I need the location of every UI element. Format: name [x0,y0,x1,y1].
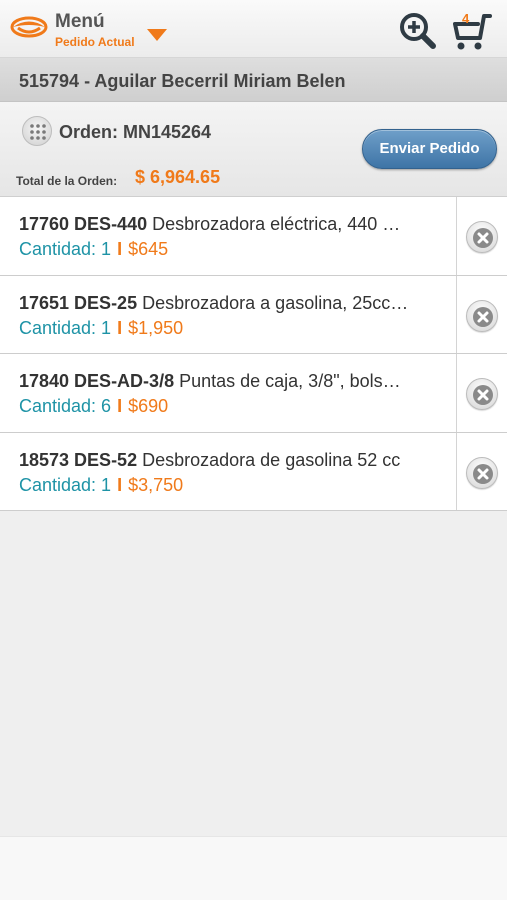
item-details: Cantidad: 1 I $3,750 [19,475,183,496]
customer-title: 515794 - Aguilar Becerril Miriam Belen [19,71,346,91]
item-code: 17840 DES-AD-3/8 [19,371,175,391]
remove-item-button[interactable] [466,221,498,253]
item-details: Cantidad: 1 I $1,950 [19,318,183,339]
customer-header: 515794 - Aguilar Becerril Miriam Belen [0,58,507,102]
item-description: Desbrozadora eléctrica, 440 … [152,214,401,234]
cart-icon [453,14,492,50]
cart-count-badge: 4 [462,11,470,26]
item-price: $690 [128,396,169,416]
close-icon [473,385,493,405]
menu-title[interactable]: Menú [55,11,105,33]
item-code: 18573 DES-52 [19,449,138,470]
menu-subtitle[interactable]: Pedido Actual [55,35,135,49]
item-title: 17651 DES-25 Desbrozadora a gasolina, 25… [19,293,444,314]
item-description: Puntas de caja, 3/8", bols… [179,371,401,391]
item-quantity: Cantidad: 1 [19,239,112,259]
item-price: $3,750 [128,474,184,495]
item-separator: I [117,239,123,259]
item-title: 17840 DES-AD-3/8 Puntas de caja, 3/8", b… [19,371,444,392]
item-body[interactable]: 18573 DES-52 Desbrozadora de gasolina 52… [0,432,457,510]
remove-item-button[interactable] [466,378,498,410]
item-separator: I [117,317,123,338]
zoom-in-icon[interactable] [397,10,437,50]
item-quantity: Cantidad: 1 [19,317,112,338]
order-total-value: $ 6,964.65 [135,167,221,187]
item-description: Desbrozadora a gasolina, 25cc… [142,292,409,313]
order-item-list: 17760 DES-440 Desbrozadora eléctrica, 44… [0,197,507,511]
item-quantity: Cantidad: 6 [19,396,112,416]
item-quantity: Cantidad: 1 [19,474,112,495]
item-code: 17760 DES-440 [19,214,148,234]
remove-item-button[interactable] [466,456,498,489]
order-number: Orden: MN145264 [59,122,212,142]
caret-down-icon[interactable] [146,28,168,42]
item-body[interactable]: 17840 DES-AD-3/8 Puntas de caja, 3/8", b… [0,354,457,432]
item-code: 17651 DES-25 [19,292,138,313]
item-description: Desbrozadora de gasolina 52 cc [142,449,401,470]
item-details: Cantidad: 6 I $690 [19,396,168,417]
item-separator: I [117,396,123,416]
list-item[interactable]: 17760 DES-440 Desbrozadora eléctrica, 44… [0,197,507,276]
list-item[interactable]: 17651 DES-25 Desbrozadora a gasolina, 25… [0,275,507,354]
logo-icon[interactable] [10,14,48,40]
item-details: Cantidad: 1 I $645 [19,239,168,260]
send-order-button[interactable]: Enviar Pedido [362,129,497,169]
cart-button[interactable]: 4 [450,8,498,52]
item-body[interactable]: 17651 DES-25 Desbrozadora a gasolina, 25… [0,275,457,353]
item-title: 18573 DES-52 Desbrozadora de gasolina 52… [19,450,444,471]
item-body[interactable]: 17760 DES-440 Desbrozadora eléctrica, 44… [0,197,457,275]
item-price: $645 [128,239,169,259]
list-item[interactable]: 18573 DES-52 Desbrozadora de gasolina 52… [0,432,507,511]
close-icon [473,228,493,248]
close-icon [473,463,493,484]
top-bar: Menú Pedido Actual 4 [0,0,507,58]
remove-item-button[interactable] [466,299,498,332]
order-total-label: Total de la Orden: [16,174,118,188]
item-title: 17760 DES-440 Desbrozadora eléctrica, 44… [19,214,444,235]
item-separator: I [117,474,123,495]
list-item[interactable]: 17840 DES-AD-3/8 Puntas de caja, 3/8", b… [0,354,507,433]
bottom-bar [0,836,507,900]
item-price: $1,950 [128,317,184,338]
grid-icon[interactable] [22,116,52,146]
close-icon [473,306,493,327]
